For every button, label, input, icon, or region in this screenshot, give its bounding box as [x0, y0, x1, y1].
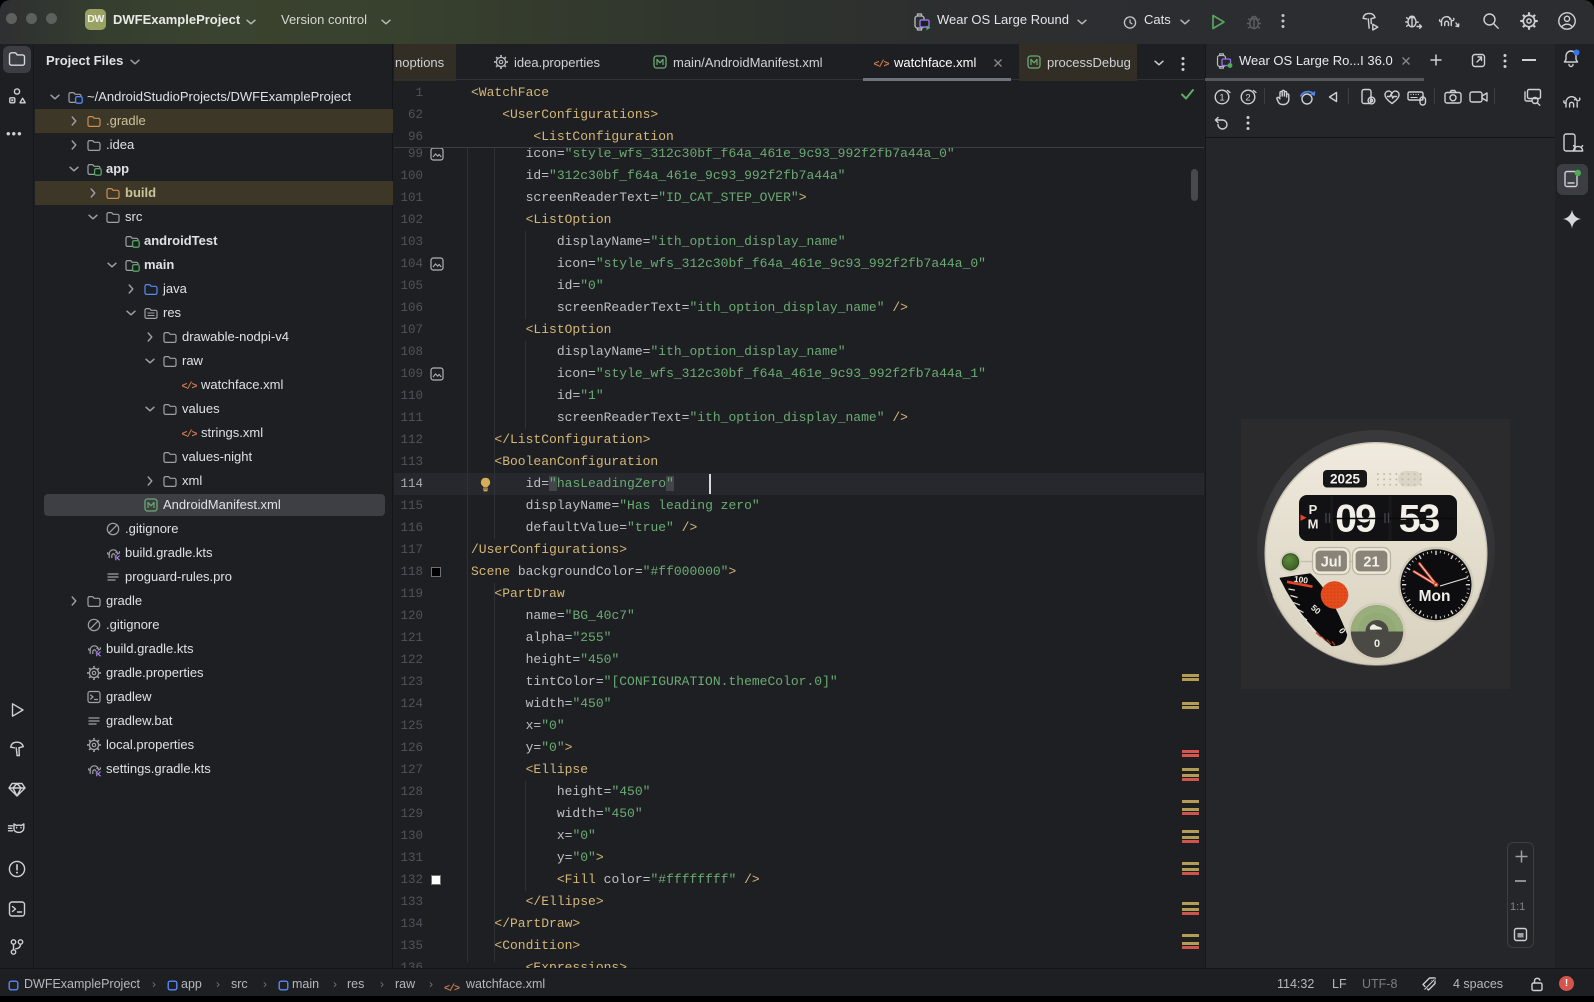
svg-text:100: 100	[1293, 574, 1309, 586]
svg-text:Jul: Jul	[1321, 555, 1342, 571]
svg-text:0: 0	[1374, 638, 1380, 650]
svg-text:P: P	[1309, 502, 1318, 517]
svg-text:M: M	[1308, 517, 1319, 532]
svg-text:21: 21	[1363, 555, 1379, 571]
svg-text:2: 2	[1245, 93, 1250, 104]
svg-text:Mon: Mon	[1419, 588, 1451, 605]
svg-text:1: 1	[1219, 93, 1224, 104]
svg-text:2025: 2025	[1330, 472, 1361, 487]
